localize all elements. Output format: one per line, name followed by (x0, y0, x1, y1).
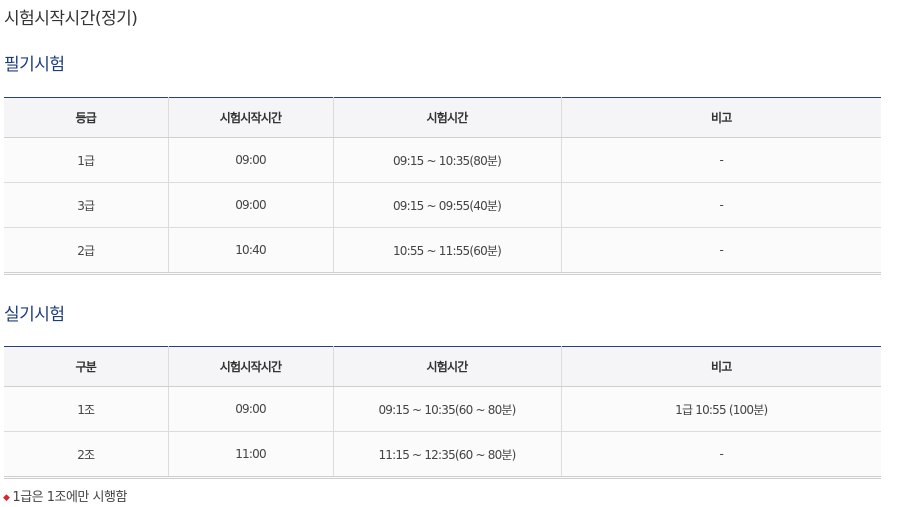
cell-exam-time: 11:15 ~ 12:35(60 ~ 80분) (333, 431, 562, 479)
cell-remarks: - (561, 227, 881, 275)
written-exam-table: 등급 시험시작시간 시험시간 비고 1급 09:00 09:15 ~ 10:35… (4, 97, 881, 275)
practical-exam-table: 구분 시험시작시간 시험시간 비고 1조 09:00 09:15 ~ 10:35… (4, 346, 881, 479)
cell-start-time: 10:40 (168, 227, 334, 275)
header-exam-time: 시험시간 (333, 346, 562, 387)
table-row: 1급 09:00 09:15 ~ 10:35(80분) - (4, 137, 881, 183)
written-exam-title: 필기시험 (4, 55, 65, 75)
practical-exam-title: 실기시험 (4, 305, 65, 325)
header-group: 구분 (4, 346, 169, 387)
header-exam-time: 시험시간 (333, 97, 562, 138)
cell-exam-time: 10:55 ~ 11:55(60분) (333, 227, 562, 275)
table-row: 2조 11:00 11:15 ~ 12:35(60 ~ 80분) - (4, 431, 881, 479)
header-start-time: 시험시작시간 (168, 97, 334, 138)
table-row: 1조 09:00 09:15 ~ 10:35(60 ~ 80분) 1급 10:5… (4, 386, 881, 432)
header-grade: 등급 (4, 97, 169, 138)
cell-exam-time: 09:15 ~ 10:35(60 ~ 80분) (333, 386, 562, 432)
cell-remarks: 1급 10:55 (100분) (561, 386, 881, 432)
cell-grade: 1급 (4, 137, 169, 183)
cell-remarks: - (561, 431, 881, 479)
page-title: 시험시작시간(정기) (4, 9, 138, 29)
red-diamond-bullet-icon: ◆ (3, 493, 10, 503)
header-start-time: 시험시작시간 (168, 346, 334, 387)
header-remarks: 비고 (561, 346, 881, 387)
cell-exam-time: 09:15 ~ 10:35(80분) (333, 137, 562, 183)
cell-remarks: - (561, 137, 881, 183)
cell-start-time: 11:00 (168, 431, 334, 479)
table-header-row: 구분 시험시작시간 시험시간 비고 (4, 346, 881, 387)
cell-start-time: 09:00 (168, 386, 334, 432)
cell-start-time: 09:00 (168, 137, 334, 183)
cell-group: 2조 (4, 431, 169, 479)
cell-exam-time: 09:15 ~ 09:55(40분) (333, 182, 562, 228)
cell-group: 1조 (4, 386, 169, 432)
footnote: ◆ 1급은 1조에만 시행함 (3, 486, 127, 505)
cell-remarks: - (561, 182, 881, 228)
cell-grade: 3급 (4, 182, 169, 228)
table-header-row: 등급 시험시작시간 시험시간 비고 (4, 97, 881, 138)
table-row: 3급 09:00 09:15 ~ 09:55(40분) - (4, 182, 881, 228)
header-remarks: 비고 (561, 97, 881, 138)
table-row: 2급 10:40 10:55 ~ 11:55(60분) - (4, 227, 881, 275)
cell-start-time: 09:00 (168, 182, 334, 228)
cell-grade: 2급 (4, 227, 169, 275)
footnote-text: 1급은 1조에만 시행함 (12, 490, 127, 505)
